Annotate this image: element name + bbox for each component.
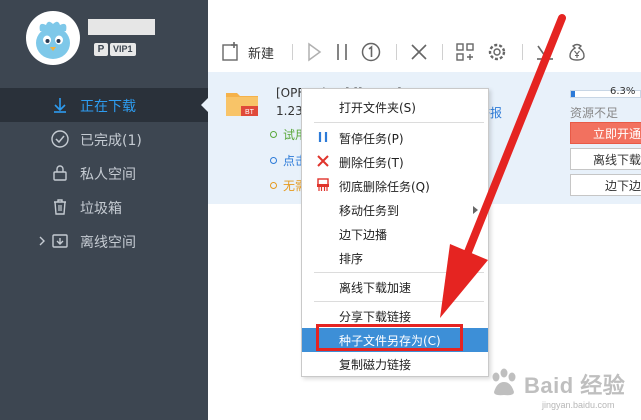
sidebar-item-trash[interactable]: 垃圾箱 [0, 190, 208, 224]
menu-sort[interactable]: 排序 [302, 246, 488, 270]
menu-item-label: 打开文件夹(S) [339, 101, 416, 115]
menu-divider [314, 272, 484, 273]
vip-badge: P VIP1 [94, 42, 136, 56]
menu-pause-task[interactable]: 暂停任务(P) [302, 126, 488, 150]
progress-fill [571, 91, 576, 97]
menu-item-label: 复制磁力链接 [339, 358, 412, 372]
circle-icon [270, 157, 277, 164]
settings-button[interactable] [484, 40, 510, 64]
menu-item-label: 彻底删除任务(Q) [339, 180, 430, 194]
username-redacted [88, 19, 155, 35]
sidebar-item-label: 垃圾箱 [80, 201, 122, 217]
toolbar: 新建 [208, 0, 641, 72]
single-download-button[interactable] [358, 40, 384, 64]
avatar[interactable] [26, 11, 80, 65]
sidebar-item-completed[interactable]: 已完成(1) [0, 122, 208, 156]
menu-open-folder[interactable]: 打开文件夹(S) [302, 95, 488, 119]
trash-icon [54, 199, 66, 215]
menu-stream-play[interactable]: 边下边播 [302, 222, 488, 246]
watermark-url: jingyan.baidu.com [542, 400, 615, 410]
cloud-download-icon [52, 234, 68, 248]
stream-play-button[interactable]: 边下边 [570, 174, 641, 196]
task-size: 1.23 [276, 104, 303, 118]
menu-copy-magnet[interactable]: 复制磁力链接 [302, 352, 488, 376]
toolbar-divider [396, 44, 397, 60]
new-task-button[interactable]: 新建 [220, 40, 284, 64]
torrent-folder-icon: BT [226, 93, 258, 116]
file-badge: BT [245, 109, 255, 116]
lock-icon [53, 165, 67, 181]
menu-move-task[interactable]: 移动任务到 [302, 198, 488, 222]
sidebar-item-downloading[interactable]: 正在下载 [0, 88, 208, 122]
vip-crown-icon [537, 45, 553, 60]
start-button[interactable] [302, 40, 326, 64]
watermark-text: Baid 经验 [524, 373, 626, 398]
open-vip-button[interactable]: 立即开通 [570, 122, 641, 144]
sidebar-item-label: 离线空间 [80, 235, 136, 251]
wallet-button[interactable] [564, 40, 590, 64]
toolbar-divider [292, 44, 293, 60]
sidebar-item-label: 私人空间 [80, 167, 136, 183]
grid-view-button[interactable] [452, 40, 478, 64]
number-one-circle-icon [361, 42, 381, 62]
sidebar-item-private-space[interactable]: 私人空间 [0, 156, 208, 190]
annotation-highlight-box [316, 324, 463, 351]
chevron-right-icon[interactable] [36, 234, 48, 248]
menu-divider [314, 301, 484, 302]
menu-item-label: 暂停任务(P) [339, 132, 404, 146]
menu-item-label: 移动任务到 [339, 204, 400, 218]
menu-item-label: 删除任务(T) [339, 156, 404, 170]
delete-button[interactable] [406, 40, 432, 64]
circle-icon [270, 131, 277, 138]
member-button[interactable] [532, 40, 558, 64]
pause-icon [318, 132, 328, 142]
gear-icon [488, 43, 506, 61]
menu-item-label: 分享下载链接 [339, 310, 412, 324]
offline-download-button[interactable]: 离线下载 [570, 148, 641, 170]
chevron-right-icon [473, 254, 478, 262]
vip-level: VIP1 [110, 42, 136, 56]
check-circle-icon [51, 130, 69, 148]
sidebar-item-offline-space[interactable]: 离线空间 [0, 224, 208, 258]
new-task-label: 新建 [248, 46, 275, 62]
sidebar-nav: 正在下载 已完成(1) 私人空间 垃圾箱 离线空间 [0, 88, 208, 258]
bird-avatar-icon [36, 21, 70, 59]
menu-permanent-delete[interactable]: 彻底删除任务(Q) [302, 174, 488, 198]
toolbar-divider [442, 44, 443, 60]
money-bag-icon [569, 43, 585, 61]
watermark: Baid 经验 jingyan.baidu.com [486, 366, 636, 416]
close-icon [411, 44, 427, 60]
download-arrow-icon [54, 98, 66, 113]
circle-icon [270, 182, 277, 189]
baidu-paw-icon [492, 368, 516, 396]
chevron-right-icon [473, 206, 478, 214]
grid-icon [456, 43, 474, 61]
menu-offline-accelerate[interactable]: 离线下载加速 [302, 275, 488, 299]
pause-button[interactable] [330, 40, 354, 64]
menu-item-label: 离线下载加速 [339, 281, 412, 295]
menu-delete-task[interactable]: 删除任务(T) [302, 150, 488, 174]
toolbar-divider [522, 44, 523, 60]
menu-divider [314, 122, 484, 123]
play-icon [308, 42, 322, 62]
active-indicator [201, 98, 208, 112]
progress-percent: 6.3% [610, 86, 636, 97]
resource-status: 资源不足 [570, 106, 619, 120]
pause-icon [337, 44, 347, 60]
sidebar: P VIP1 正在下载 已完成(1) 私人空间 垃圾箱 离线空间 [0, 0, 208, 420]
menu-item-label: 边下边播 [339, 228, 388, 242]
close-icon [317, 155, 329, 167]
new-file-icon [222, 42, 238, 61]
menu-item-label: 排序 [339, 252, 364, 266]
sidebar-item-label: 正在下载 [80, 99, 136, 115]
vip-prefix: P [94, 42, 108, 56]
sidebar-item-label: 已完成(1) [80, 133, 142, 149]
shredder-icon [317, 178, 329, 191]
